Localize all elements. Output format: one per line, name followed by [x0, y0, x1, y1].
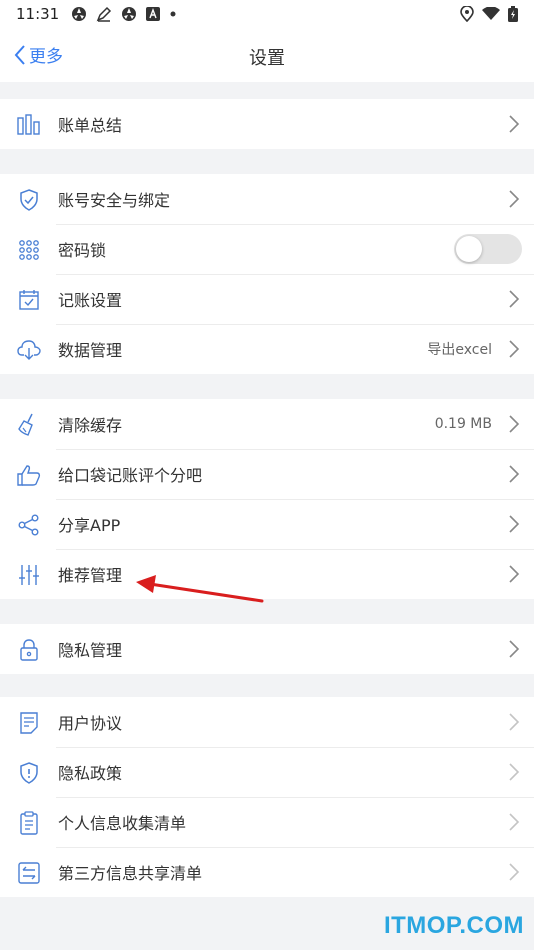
shield-alert-icon — [16, 760, 42, 786]
dot-icon — [170, 11, 176, 17]
row-label: 给口袋记账评个分吧 — [58, 466, 203, 485]
edit-icon — [96, 6, 112, 22]
row-label: 隐私政策 — [58, 764, 123, 783]
row-recommend-management[interactable]: 推荐管理 — [0, 549, 534, 599]
calendar-check-icon — [16, 287, 42, 313]
row-privacy-management[interactable]: 隐私管理 — [0, 624, 534, 674]
row-label: 第三方信息共享清单 — [58, 864, 203, 883]
row-bill-summary[interactable]: 账单总结 — [0, 99, 534, 149]
chevron-left-icon — [14, 44, 25, 65]
exchange-icon — [16, 860, 42, 886]
chevron-right-icon — [509, 115, 520, 133]
lock-icon — [16, 637, 42, 663]
row-user-agreement[interactable]: 用户协议 — [0, 697, 534, 747]
shield-check-icon — [16, 187, 42, 213]
group-privacy: 隐私管理 — [0, 624, 534, 674]
sliders-icon — [16, 562, 42, 588]
row-third-party-share-list[interactable]: 第三方信息共享清单 — [0, 847, 534, 897]
battery-icon — [508, 6, 518, 22]
row-label: 分享APP — [58, 516, 121, 535]
group-legal: 用户协议 隐私政策 个人信息收集清单 第三方信息共享清单 — [0, 697, 534, 897]
nav-bar: 更多 设置 — [0, 28, 534, 82]
row-account-security[interactable]: 账号安全与绑定 — [0, 174, 534, 224]
chevron-right-icon — [509, 863, 520, 881]
cloud-download-icon — [16, 337, 42, 363]
chevron-right-icon — [509, 190, 520, 208]
aperture-icon — [72, 7, 87, 21]
row-personal-info-list[interactable]: 个人信息收集清单 — [0, 797, 534, 847]
thumbs-up-icon — [16, 462, 42, 488]
chevron-right-icon — [509, 465, 520, 483]
row-password-lock: 密码锁 — [0, 224, 534, 274]
row-label: 数据管理 — [58, 341, 123, 360]
row-label: 清除缓存 — [58, 416, 123, 435]
row-label: 推荐管理 — [58, 566, 123, 585]
status-time: 11:31 — [16, 5, 60, 23]
row-label: 密码锁 — [58, 241, 107, 260]
chevron-right-icon — [509, 340, 520, 358]
share-icon — [16, 512, 42, 538]
keypad-icon — [16, 237, 42, 263]
clipboard-icon — [16, 810, 42, 836]
status-bar: 11:31 — [0, 0, 534, 28]
app-a-icon — [146, 7, 161, 21]
back-label: 更多 — [29, 47, 63, 67]
row-label: 账单总结 — [58, 116, 123, 135]
wifi-icon — [482, 7, 500, 20]
row-label: 隐私管理 — [58, 641, 123, 660]
toggle-knob — [456, 236, 482, 262]
row-rate-app[interactable]: 给口袋记账评个分吧 — [0, 449, 534, 499]
row-share-app[interactable]: 分享APP — [0, 499, 534, 549]
watermark: ITMOP.COM — [383, 912, 524, 939]
group-summary: 账单总结 — [0, 99, 534, 149]
broom-icon — [16, 412, 42, 438]
row-privacy-policy[interactable]: 隐私政策 — [0, 747, 534, 797]
bar-chart-icon — [16, 112, 42, 138]
row-value: 导出excel — [427, 342, 492, 358]
page-title: 设置 — [249, 48, 285, 69]
chevron-right-icon — [509, 763, 520, 781]
row-data-management[interactable]: 数据管理 导出excel — [0, 324, 534, 374]
aperture-icon — [122, 7, 137, 21]
chevron-right-icon — [509, 290, 520, 308]
cache-size: 0.19 MB — [434, 416, 492, 432]
row-clear-cache[interactable]: 清除缓存 0.19 MB — [0, 399, 534, 449]
document-icon — [16, 710, 42, 736]
chevron-right-icon — [509, 640, 520, 658]
row-label: 记账设置 — [58, 291, 123, 310]
row-label: 账号安全与绑定 — [58, 191, 171, 210]
group-general: 清除缓存 0.19 MB 给口袋记账评个分吧 分享APP 推荐管理 — [0, 399, 534, 599]
row-label: 个人信息收集清单 — [58, 814, 187, 833]
password-lock-toggle[interactable] — [454, 234, 522, 264]
back-button[interactable]: 更多 — [14, 42, 63, 67]
location-icon — [460, 6, 474, 22]
row-label: 用户协议 — [58, 714, 123, 733]
chevron-right-icon — [509, 565, 520, 583]
group-account: 账号安全与绑定 密码锁 记账设置 数据管理 导出excel — [0, 174, 534, 374]
chevron-right-icon — [509, 415, 520, 433]
row-bookkeeping-settings[interactable]: 记账设置 — [0, 274, 534, 324]
chevron-right-icon — [509, 515, 520, 533]
chevron-right-icon — [509, 713, 520, 731]
chevron-right-icon — [509, 813, 520, 831]
